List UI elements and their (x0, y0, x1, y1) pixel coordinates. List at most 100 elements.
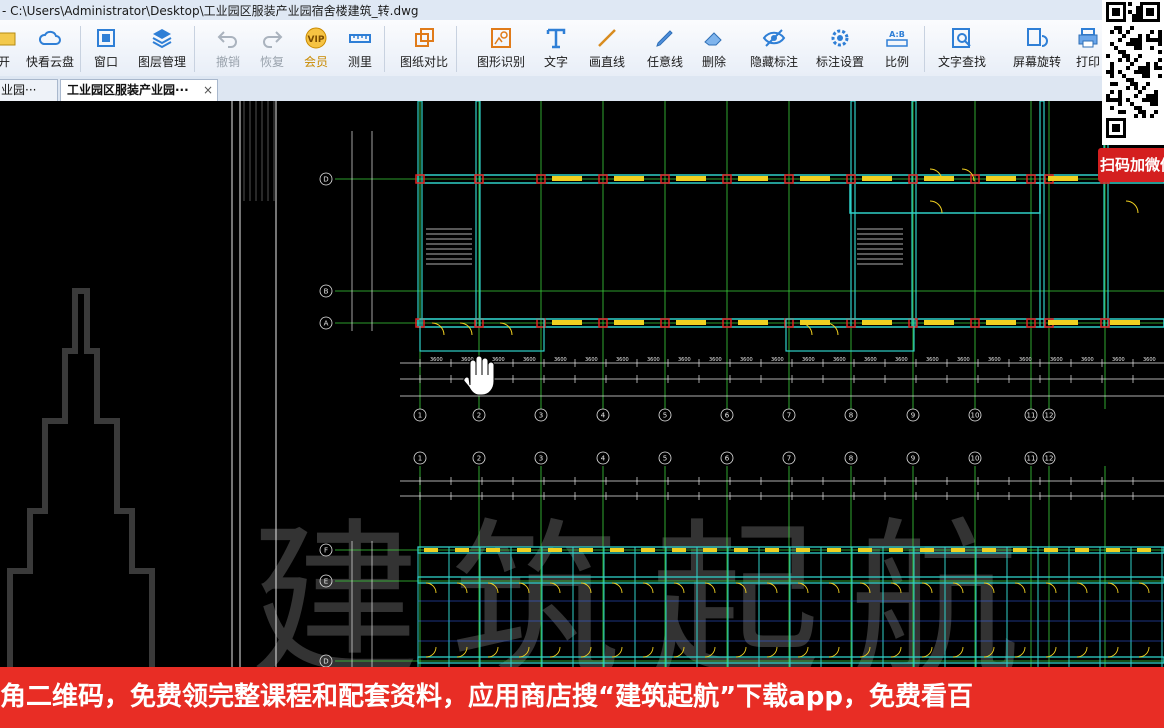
door-swing (929, 200, 943, 214)
dimension-text: 3600 (1112, 357, 1125, 363)
title-bar: - C:\Users\Administrator\Desktop\工业园区服装产… (0, 0, 1164, 21)
door-swing (1076, 582, 1088, 594)
toolbar-button-window[interactable]: 窗口 (88, 24, 124, 74)
cad-drawing-canvas[interactable]: 建筑起航 3600 3600 3600 3600 3600 3600 3600 3600 3600… (0, 101, 1164, 667)
window (579, 548, 593, 552)
toolbar-button-cloud[interactable]: 快看云盘 (24, 24, 76, 74)
window (982, 548, 996, 552)
dimension-text: 3600 (430, 357, 443, 363)
axis-bubble-top-label: 1 (418, 412, 422, 420)
toolbar-button-label: 文字查找 (937, 55, 986, 69)
door-swing (1076, 646, 1088, 658)
window (703, 548, 717, 552)
axis-bubble-bottom-label: 5 (663, 455, 667, 463)
tab-label: 工业园区服装产业园··· (67, 83, 189, 97)
axis-bubble-bottom-label: 3 (539, 455, 543, 463)
window (1075, 548, 1089, 552)
axis-bubble-bottom-label: 4 (601, 455, 606, 463)
dimension-text: 3600 (585, 357, 598, 363)
toolbar-button-label: 开 (0, 55, 10, 69)
toolbar-button-text-search[interactable]: 文字查找 (928, 24, 996, 74)
axis-bubble-top-label: 5 (663, 412, 667, 420)
axis-bubble-top-label: 12 (1045, 412, 1054, 420)
window (517, 548, 531, 552)
door-swing (1138, 646, 1150, 658)
window (548, 548, 562, 552)
promo-banner: 角二维码，免费领完整课程和配套资料，应用商店搜“建筑起航”下载app，免费看百 (0, 667, 1164, 728)
toolbar-button-settings[interactable]: 标注设置 (808, 24, 872, 74)
wechat-tag-text: 扫码加微信 (1100, 156, 1164, 174)
window (986, 320, 1016, 325)
dimension-text: 3600 (554, 357, 567, 363)
toolbar-button-vip[interactable]: VIP 会员 (296, 24, 336, 74)
axis-bubble-bottom-label: 7 (787, 455, 791, 463)
window (862, 320, 892, 325)
row-bubble-bottom-label: F (324, 547, 328, 555)
tab-label: 业园··· (1, 83, 37, 97)
door-swing (431, 322, 445, 336)
svg-text:VIP: VIP (308, 35, 325, 45)
toolbar-button-label: 撤销 (215, 55, 240, 69)
window (1137, 548, 1151, 552)
wall (850, 101, 856, 328)
toolbar-button-eraser[interactable]: 删除 (692, 24, 736, 74)
dimension-text: 3600 (709, 357, 722, 363)
toolbar-button-compare[interactable]: 图纸对比 (396, 24, 452, 74)
window (951, 548, 965, 552)
shape-recognize-icon (491, 28, 511, 48)
toolbar-button-label: 比例 (884, 55, 909, 69)
window-title: - C:\Users\Administrator\Desktop\工业园区服装产… (2, 4, 419, 18)
tab-document-1[interactable]: 业园··· (0, 79, 58, 101)
toolbar-button-label: 屏幕旋转 (1012, 55, 1061, 69)
toolbar-button-redo[interactable]: 恢复 (252, 24, 292, 74)
open-icon (0, 32, 16, 46)
cloud-icon (38, 30, 61, 45)
toolbar-button-pen[interactable]: 任意线 (638, 24, 692, 74)
door-swing (459, 322, 473, 336)
layers-icon (152, 29, 172, 49)
toolbar-button-rotate[interactable]: 屏幕旋转 (1000, 24, 1074, 74)
tab-close-icon[interactable]: × (203, 80, 213, 101)
vip-icon: VIP (305, 27, 327, 49)
window (889, 548, 903, 552)
toolbar-button-scale[interactable]: A:B 比例 (874, 24, 920, 74)
dimension-text: 3600 (833, 357, 846, 363)
toolbar-button-label: 快看云盘 (25, 55, 74, 69)
window (827, 548, 841, 552)
toolbar-button-label: 测里 (347, 55, 372, 69)
window (1110, 320, 1140, 325)
window (1044, 548, 1058, 552)
document-tabs: 业园··· 工业园区服装产业园··· × (0, 76, 1164, 102)
door-swing (1107, 646, 1119, 658)
window (424, 548, 438, 552)
window (1048, 176, 1078, 181)
toolbar-button-open[interactable]: 开 (0, 24, 16, 74)
window (738, 176, 768, 181)
toolbar-button-text[interactable]: 文字 (534, 24, 578, 74)
window (765, 548, 779, 552)
toolbar-button-measure[interactable]: 测里 (340, 24, 380, 74)
axis-bubble-top-label: 7 (787, 412, 791, 420)
toolbar-button-undo[interactable]: 撤销 (208, 24, 248, 74)
dimension-text: 3600 (1143, 357, 1156, 363)
cad-drawing[interactable]: 建筑起航3600 3600 3600 3600 3600 3600 3600 3600 3600… (0, 101, 1164, 667)
wechat-tag: 扫码加微信 (1098, 148, 1164, 182)
window (862, 176, 892, 181)
dimension-text: 3600 (647, 357, 660, 363)
door-swing (1138, 582, 1150, 594)
wall (911, 101, 917, 328)
toolbar-separator (456, 26, 457, 72)
axis-bubble-bottom-label: 11 (1027, 455, 1036, 463)
axis-bubble-top-label: 6 (725, 412, 730, 420)
toolbar-button-line[interactable]: 画直线 (582, 24, 632, 74)
window (734, 548, 748, 552)
dimension-text: 3600 (523, 357, 536, 363)
toolbar-button-eye-hide[interactable]: 隐藏标注 (740, 24, 808, 74)
window (641, 548, 655, 552)
toolbar-button-shape-recognize[interactable]: 图形识别 (470, 24, 532, 74)
row-bubble-bottom-label: D (323, 658, 328, 666)
toolbar-button-layers[interactable]: 图层管理 (134, 24, 190, 74)
svg-text:A:B: A:B (889, 30, 905, 39)
window (800, 176, 830, 181)
tab-document-2[interactable]: 工业园区服装产业园··· × (60, 79, 218, 101)
